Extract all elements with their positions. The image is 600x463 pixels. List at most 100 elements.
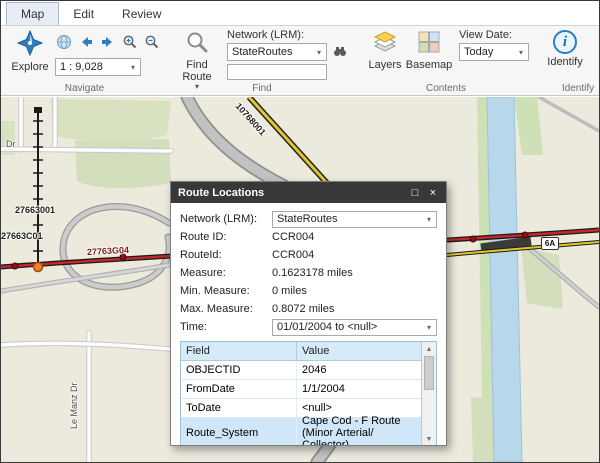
value-column-header: Value bbox=[302, 345, 330, 357]
find-route-button[interactable]: Find Route ▾ bbox=[175, 29, 219, 91]
route-id-field-label: Route ID: bbox=[180, 231, 227, 243]
zoom-out-button[interactable] bbox=[143, 33, 161, 51]
map-scale-combobox[interactable]: 1 : 9,028 ▾ bbox=[55, 58, 141, 76]
identify-button[interactable]: i Identify bbox=[543, 29, 587, 68]
find-route-label: Find Route bbox=[182, 59, 212, 83]
view-date-label: View Date: bbox=[459, 29, 512, 41]
scroll-down-icon[interactable]: ▼ bbox=[422, 432, 436, 445]
max-measure-value: 0.8072 miles bbox=[272, 303, 335, 315]
group-contents: Layers Basemap View Date: Today ▾ Conten… bbox=[356, 26, 536, 95]
chevron-down-icon: ▾ bbox=[426, 322, 431, 332]
chevron-down-icon: ▾ bbox=[426, 214, 431, 224]
route-locations-panel: Route Locations □ × Network (LRM): State… bbox=[170, 181, 447, 446]
network-lrm-combobox[interactable]: StateRoutes ▾ bbox=[227, 43, 327, 61]
panel-body: Network (LRM): StateRoutes ▾ Route ID: C… bbox=[171, 203, 446, 445]
group-identify: i Identify Identify bbox=[536, 26, 599, 95]
route-id-label: 27663001 bbox=[15, 205, 56, 215]
panel-network-lrm-value: StateRoutes bbox=[277, 213, 338, 225]
arrow-left-icon bbox=[82, 37, 92, 47]
group-find: Find Route ▾ Network (LRM): StateRoutes … bbox=[168, 26, 356, 95]
ribbon-tab-bar: Map Edit Review bbox=[1, 1, 599, 26]
table-cell-field: ToDate bbox=[181, 399, 297, 417]
full-extent-globe-button[interactable] bbox=[55, 33, 73, 51]
network-lrm-value: StateRoutes bbox=[232, 46, 293, 58]
measure-value: 0.1623178 miles bbox=[272, 267, 353, 279]
identify-label: Identify bbox=[547, 56, 583, 68]
table-row[interactable]: FromDate 1/1/2004 bbox=[181, 380, 421, 399]
next-extent-button[interactable] bbox=[99, 33, 117, 51]
zoom-in-icon bbox=[123, 35, 137, 49]
layers-icon bbox=[372, 30, 398, 57]
table-cell-field: OBJECTID bbox=[181, 361, 297, 379]
info-icon: i bbox=[553, 30, 577, 54]
group-navigate: Explore 1: 9,028 ▾ Navigate bbox=[1, 26, 168, 95]
table-cell-field: FromDate bbox=[181, 380, 297, 398]
route-id-value: CCR004 bbox=[272, 231, 315, 243]
explore-button[interactable]: Explore bbox=[8, 29, 52, 73]
view-date-combobox[interactable]: Today ▾ bbox=[459, 43, 529, 61]
attributes-table: Field Value OBJECTID 2046 FromDate 1/1/2… bbox=[180, 341, 437, 445]
group-label-identify: Identify bbox=[561, 83, 595, 94]
scrollbar-track[interactable] bbox=[422, 356, 436, 432]
zoom-in-button[interactable] bbox=[121, 33, 139, 51]
street-name-label: Dr bbox=[6, 139, 16, 149]
field-column-header: Field bbox=[181, 342, 297, 360]
table-row-selected[interactable]: Route_System Cape Cod - F Route (Minor A… bbox=[181, 414, 421, 446]
tab-map[interactable]: Map bbox=[6, 2, 60, 25]
max-measure-field-label: Max. Measure: bbox=[180, 303, 253, 315]
basemap-icon bbox=[417, 30, 441, 57]
binoculars-icon bbox=[334, 47, 346, 56]
routeid-value: CCR004 bbox=[272, 249, 315, 261]
chevron-down-icon: ▾ bbox=[316, 47, 321, 57]
explore-compass-icon bbox=[16, 29, 44, 59]
time-value: 01/01/2004 to <null> bbox=[277, 321, 378, 333]
map-canvas[interactable]: 27663001 27663C01 27763G04 10768001 Le M… bbox=[1, 97, 599, 462]
search-routes-button[interactable] bbox=[331, 43, 349, 61]
previous-extent-button[interactable] bbox=[77, 33, 95, 51]
map-scale-value: 1 : 9,028 bbox=[60, 61, 103, 73]
group-label-navigate: Navigate bbox=[64, 83, 105, 94]
explore-label: Explore bbox=[11, 61, 49, 73]
chevron-down-icon: ▾ bbox=[518, 47, 523, 57]
min-measure-field-label: Min. Measure: bbox=[180, 285, 250, 297]
table-cell-field: Route_System bbox=[181, 418, 297, 445]
table-cell-value: Cape Cod - F Route (Minor Arterial/ Coll… bbox=[302, 414, 401, 446]
table-cell-value: 2046 bbox=[302, 364, 327, 376]
scroll-up-icon[interactable]: ▲ bbox=[422, 342, 436, 356]
min-measure-value: 0 miles bbox=[272, 285, 307, 297]
group-label-find: Find bbox=[252, 83, 272, 94]
layers-button[interactable]: Layers bbox=[363, 29, 407, 71]
route-shield: 6A bbox=[541, 237, 559, 250]
close-icon[interactable]: × bbox=[424, 184, 442, 202]
street-name-label: Le Manz Dr bbox=[69, 382, 79, 429]
table-scrollbar[interactable]: ▲ ▼ bbox=[421, 342, 436, 445]
arrow-right-icon bbox=[102, 37, 112, 47]
tab-review[interactable]: Review bbox=[108, 3, 175, 25]
table-cell-value: 1/1/2004 bbox=[302, 383, 345, 395]
time-dropdown[interactable]: 01/01/2004 to <null> ▾ bbox=[272, 318, 437, 336]
find-route-magnifier-icon bbox=[185, 30, 209, 57]
network-lrm-label: Network (LRM): bbox=[227, 29, 305, 41]
zoom-out-icon bbox=[145, 35, 159, 49]
route-search-input[interactable] bbox=[227, 64, 327, 80]
table-header-row: Field Value bbox=[181, 342, 421, 361]
scrollbar-thumb[interactable] bbox=[424, 356, 434, 390]
basemap-label: Basemap bbox=[405, 59, 453, 71]
globe-icon bbox=[57, 35, 71, 49]
basemap-button[interactable]: Basemap bbox=[405, 29, 453, 71]
panel-network-lrm-dropdown[interactable]: StateRoutes ▾ bbox=[272, 210, 437, 228]
tab-edit[interactable]: Edit bbox=[59, 3, 108, 25]
route-id-label: 27663C01 bbox=[1, 231, 43, 241]
maximize-icon[interactable]: □ bbox=[406, 184, 424, 202]
panel-title: Route Locations bbox=[178, 186, 265, 199]
chevron-down-icon: ▾ bbox=[130, 62, 135, 72]
measure-field-label: Measure: bbox=[180, 267, 226, 279]
routeid-field-label: RouteId: bbox=[180, 249, 222, 261]
time-field-label: Time: bbox=[180, 321, 208, 333]
ribbon: Explore 1: 9,028 ▾ Navigate Find Route … bbox=[1, 26, 599, 96]
view-date-value: Today bbox=[464, 46, 494, 58]
table-row[interactable]: OBJECTID 2046 bbox=[181, 361, 421, 380]
network-lrm-field-label: Network (LRM): bbox=[180, 213, 258, 225]
panel-title-bar[interactable]: Route Locations □ × bbox=[171, 182, 446, 203]
group-label-contents: Contents bbox=[425, 83, 467, 94]
